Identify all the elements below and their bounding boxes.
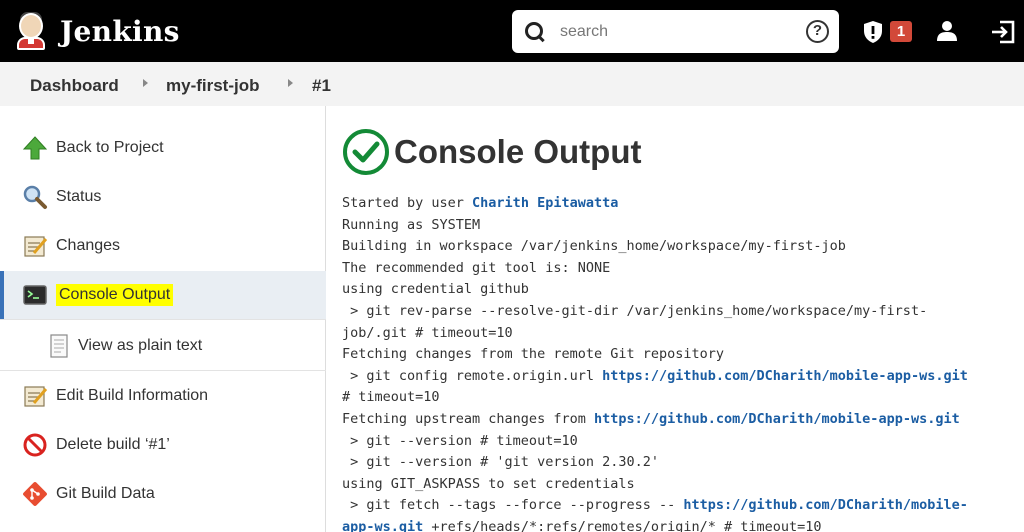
jenkins-home-link[interactable]: Jenkins — [14, 11, 180, 51]
sidebar-item-back-to-project[interactable]: Back to Project — [0, 124, 326, 172]
sidebar-item-label: Status — [56, 188, 102, 205]
sidebar-item-edit-build-information[interactable]: Edit Build Information — [0, 372, 326, 420]
search-box: ? — [512, 10, 839, 53]
sidebar-item-view-as-plain-text[interactable]: View as plain text — [0, 322, 326, 370]
console-line: using GIT_ASKPASS to set credentials — [342, 474, 1022, 496]
console-text: Fetching changes from the remote Git rep… — [342, 346, 725, 363]
main-panel: Console Output Started by user Charith E… — [342, 126, 1024, 532]
magnifier-icon — [22, 184, 48, 210]
breadcrumb-build[interactable]: #1 — [312, 76, 331, 96]
console-text: > git --version # timeout=10 — [342, 432, 578, 449]
console-line: app-ws.git +refs/heads/*:refs/remotes/or… — [342, 517, 1022, 532]
breadcrumb-job[interactable]: my-first-job — [166, 76, 260, 96]
breadcrumb-separator-icon[interactable] — [288, 79, 293, 87]
console-link[interactable]: https://github.com/DCharith/mobile-app-w… — [594, 411, 960, 427]
sidebar-item-label: View as plain text — [78, 337, 203, 354]
console-line: Started by user Charith Epitawatta — [342, 193, 1022, 215]
console-line: using credential github — [342, 279, 1022, 301]
side-panel: Back to Project Status Changes Console O… — [0, 106, 326, 532]
console-line: > git rev-parse --resolve-git-dir /var/j… — [342, 301, 1022, 323]
sidebar-item-label: Console Output — [56, 284, 174, 306]
sidebar-item-label: Back to Project — [56, 139, 164, 156]
security-shield-icon[interactable] — [863, 21, 883, 43]
sidebar-item-console-output[interactable]: Console Output — [0, 271, 326, 319]
notepad-icon — [22, 233, 48, 259]
console-text: using GIT_ASKPASS to set credentials — [342, 475, 635, 492]
console-line: > git --version # timeout=10 — [342, 431, 1022, 453]
sidebar-item-status[interactable]: Status — [0, 173, 326, 221]
console-text: job/.git # timeout=10 — [342, 324, 513, 341]
top-header: Jenkins ? 1 — [0, 0, 1024, 62]
console-text: > git --version # 'git version 2.30.2' — [342, 454, 659, 471]
search-icon — [524, 21, 546, 43]
console-line: > git fetch --tags --force --progress --… — [342, 495, 1022, 517]
no-entry-icon — [22, 432, 48, 458]
page-heading: Console Output — [342, 126, 1024, 178]
success-check-icon — [342, 128, 390, 176]
console-line: # timeout=10 — [342, 387, 1022, 409]
sidebar-item-git-build-data[interactable]: Git Build Data — [0, 470, 326, 518]
console-text: The recommended git tool is: NONE — [342, 259, 611, 276]
notepad-icon — [22, 383, 48, 409]
sidebar-item-delete-build[interactable]: Delete build ‘#1’ — [0, 421, 326, 469]
console-link[interactable]: https://github.com/DCharith/mobile-app-w… — [602, 368, 968, 384]
sidebar-item-label: Edit Build Information — [56, 387, 209, 404]
console-text: +refs/heads/*:refs/remotes/origin/* # ti… — [423, 518, 822, 532]
terminal-icon — [22, 282, 48, 308]
console-text: > git config remote.origin.url — [342, 367, 603, 384]
console-text: > git fetch --tags --force --progress -- — [342, 497, 684, 514]
console-line: The recommended git tool is: NONE — [342, 258, 1022, 280]
console-text: > git rev-parse --resolve-git-dir /var/j… — [342, 302, 928, 319]
console-line: Building in workspace /var/jenkins_home/… — [342, 236, 1022, 258]
console-log: Started by user Charith Epitawatta Runnin… — [342, 193, 1022, 532]
up-arrow-icon — [22, 135, 48, 161]
divider — [0, 370, 326, 371]
console-line: > git --version # 'git version 2.30.2' — [342, 452, 1022, 474]
logout-icon[interactable] — [990, 20, 1016, 44]
breadcrumb-dashboard[interactable]: Dashboard — [30, 76, 119, 96]
console-text: Running as SYSTEM — [342, 216, 481, 233]
page-title: Console Output — [394, 133, 642, 170]
console-line: Fetching changes from the remote Git rep… — [342, 344, 1022, 366]
breadcrumb: Dashboard my-first-job #1 — [0, 62, 1024, 106]
console-link[interactable]: https://github.com/DCharith/mobile- — [683, 497, 967, 513]
sidebar-item-label: Git Build Data — [56, 485, 155, 502]
console-line: > git config remote.origin.url https://g… — [342, 366, 1022, 388]
security-count-badge[interactable]: 1 — [890, 21, 912, 42]
sidebar-item-label: Changes — [56, 237, 121, 254]
brand-name: Jenkins — [60, 14, 180, 48]
console-text: Building in workspace /var/jenkins_home/… — [342, 238, 846, 255]
jenkins-butler-logo-icon — [14, 11, 48, 51]
console-link[interactable]: Charith Epitawatta — [472, 195, 618, 211]
console-text: using credential github — [342, 281, 529, 298]
search-input[interactable] — [560, 22, 790, 41]
sidebar-item-label: Delete build ‘#1’ — [56, 436, 170, 453]
git-icon — [22, 481, 48, 507]
console-text: Started by user — [342, 195, 473, 211]
document-icon — [46, 333, 72, 359]
console-text: Fetching upstream changes from — [342, 410, 594, 427]
console-text: # timeout=10 — [342, 389, 440, 406]
console-line: Running as SYSTEM — [342, 215, 1022, 237]
breadcrumb-separator-icon[interactable] — [143, 79, 148, 87]
help-icon[interactable]: ? — [806, 20, 829, 43]
console-link[interactable]: app-ws.git — [342, 519, 423, 532]
console-line: job/.git # timeout=10 — [342, 323, 1022, 345]
divider — [0, 319, 326, 320]
sidebar-item-changes[interactable]: Changes — [0, 222, 326, 270]
console-line: Fetching upstream changes from https://g… — [342, 409, 1022, 431]
user-icon[interactable] — [936, 20, 958, 42]
